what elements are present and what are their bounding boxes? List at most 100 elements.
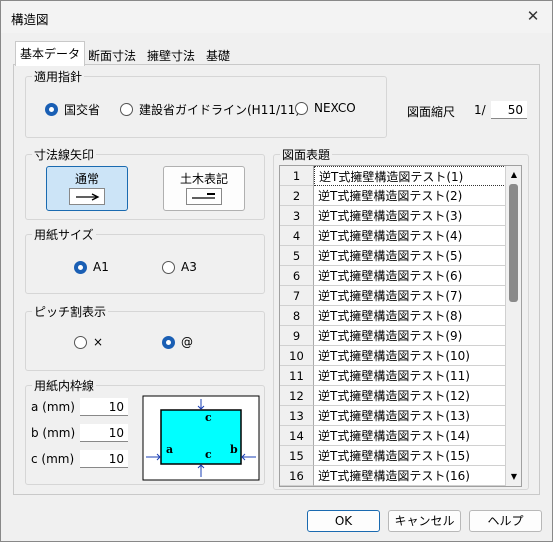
diagram-c-bottom-label: c (205, 448, 212, 461)
cancel-button[interactable]: キャンセル (388, 510, 461, 532)
row-number: 2 (280, 186, 314, 206)
table-row[interactable]: 16 逆T式擁壁構造図テスト(16) (280, 466, 506, 486)
radio-pitch-x-label: × (93, 335, 104, 349)
vertical-scrollbar[interactable]: ▲ ▼ (505, 166, 521, 486)
radio-unselected-icon (295, 101, 308, 115)
table-row[interactable]: 5 逆T式擁壁構造図テスト(5) (280, 246, 506, 266)
row-number: 9 (280, 326, 314, 346)
tab-basic-data[interactable]: 基本データ (15, 41, 86, 66)
row-title-cell[interactable]: 逆T式擁壁構造図テスト(9) (314, 326, 506, 346)
row-title-cell[interactable]: 逆T式擁壁構造図テスト(4) (314, 226, 506, 246)
radio-selected-icon (45, 103, 58, 116)
frame-b-label: b (mm) (31, 426, 76, 440)
drawing-titles-legend: 図面表題 (280, 146, 333, 163)
row-number: 8 (280, 306, 314, 326)
row-number: 16 (280, 466, 314, 486)
help-button[interactable]: ヘルプ (469, 510, 542, 532)
table-row[interactable]: 3 逆T式擁壁構造図テスト(3) (280, 206, 506, 226)
scroll-thumb[interactable] (509, 184, 518, 302)
row-title-cell[interactable]: 逆T式擁壁構造図テスト(11) (314, 366, 506, 386)
inner-frame-legend: 用紙内枠線 (32, 377, 97, 394)
title-bar: 構造図 ✕ (1, 1, 552, 33)
close-icon[interactable]: ✕ (520, 5, 546, 29)
row-number: 13 (280, 406, 314, 426)
table-row[interactable]: 7 逆T式擁壁構造図テスト(7) (280, 286, 506, 306)
radio-pitch-x[interactable]: × (74, 335, 103, 349)
row-title-cell[interactable]: 逆T式擁壁構造図テスト(1) (314, 166, 506, 186)
row-title-cell[interactable]: 逆T式擁壁構造図テスト(14) (314, 426, 506, 446)
row-title-cell[interactable]: 逆T式擁壁構造図テスト(15) (314, 446, 506, 466)
drawing-titles-grid[interactable]: 16 逆T式擁壁構造図テスト(16) 15 逆T式擁壁構造図テスト(15) 14 逆T式擁… (279, 165, 522, 487)
table-row[interactable]: 8 逆T式擁壁構造図テスト(8) (280, 306, 506, 326)
frame-c-input[interactable]: 10 (80, 450, 128, 468)
row-number: 12 (280, 386, 314, 406)
table-row[interactable]: 11 逆T式擁壁構造図テスト(11) (280, 366, 506, 386)
radio-pitch-at-label: @ (181, 335, 193, 349)
row-title-cell[interactable]: 逆T式擁壁構造図テスト(6) (314, 266, 506, 286)
tab-foundation[interactable]: 基礎 (201, 43, 235, 65)
radio-a3[interactable]: A3 (162, 260, 197, 274)
radio-moc-guideline-label: 建設省ガイドライン(H11/11) (139, 103, 300, 117)
row-number: 1 (280, 166, 314, 186)
radio-unselected-icon (162, 260, 175, 274)
scale-prefix: 1/ (474, 103, 486, 117)
radio-selected-icon (74, 260, 87, 274)
paper-size-group: 用紙サイズ (25, 226, 265, 294)
row-number: 5 (280, 246, 314, 266)
scale-label: 図面縮尺 (407, 105, 456, 119)
scale-input[interactable]: 50 (491, 101, 527, 119)
table-row[interactable]: 13 逆T式擁壁構造図テスト(13) (280, 406, 506, 426)
radio-selected-icon (162, 335, 175, 349)
arrow-normal-button[interactable]: 通常 (46, 166, 128, 211)
row-number: 14 (280, 426, 314, 446)
radio-nexco-label: NEXCO (314, 101, 356, 115)
radio-a3-label: A3 (181, 260, 197, 274)
table-row[interactable]: 9 逆T式擁壁構造図テスト(9) (280, 326, 506, 346)
row-title-cell[interactable]: 逆T式擁壁構造図テスト(16) (314, 466, 506, 486)
frame-diagram: c a c b (142, 395, 260, 481)
table-row[interactable]: 15 逆T式擁壁構造図テスト(15) (280, 446, 506, 466)
row-title-cell[interactable]: 逆T式擁壁構造図テスト(2) (314, 186, 506, 206)
row-title-cell[interactable]: 逆T式擁壁構造図テスト(10) (314, 346, 506, 366)
radio-mlit-label: 国交省 (64, 103, 101, 117)
arrow-civil-button[interactable]: 土木表記 (163, 166, 245, 211)
row-title-cell[interactable]: 逆T式擁壁構造図テスト(8) (314, 306, 506, 326)
radio-mlit[interactable]: 国交省 (45, 101, 100, 118)
table-row[interactable]: 2 逆T式擁壁構造図テスト(2) (280, 186, 506, 206)
frame-c-label: c (mm) (31, 452, 75, 466)
row-title-cell[interactable]: 逆T式擁壁構造図テスト(5) (314, 246, 506, 266)
row-title-cell[interactable]: 逆T式擁壁構造図テスト(12) (314, 386, 506, 406)
table-row[interactable]: 14 逆T式擁壁構造図テスト(14) (280, 426, 506, 446)
radio-pitch-at[interactable]: @ (162, 335, 193, 349)
row-title-cell[interactable]: 逆T式擁壁構造図テスト(13) (314, 406, 506, 426)
radio-unselected-icon (74, 335, 87, 349)
ok-button[interactable]: OK (307, 510, 380, 532)
frame-a-input[interactable]: 10 (80, 398, 128, 416)
radio-a1-label: A1 (93, 260, 109, 274)
radio-a1[interactable]: A1 (74, 260, 109, 274)
tab-wall-dimensions[interactable]: 擁壁寸法 (142, 43, 200, 65)
table-row[interactable]: 1 逆T式擁壁構造図テスト(1) (280, 166, 506, 186)
radio-moc-guideline[interactable]: 建設省ガイドライン(H11/11) (120, 101, 300, 118)
frame-a-label: a (mm) (31, 400, 75, 414)
row-title-cell[interactable]: 逆T式擁壁構造図テスト(3) (314, 206, 506, 226)
arrow-civil-label: 土木表記 (179, 172, 228, 186)
arrow-right-icon (69, 188, 105, 205)
row-number: 7 (280, 286, 314, 306)
radio-nexco[interactable]: NEXCO (295, 101, 356, 115)
diagram-c-top-label: c (205, 411, 212, 424)
tab-section-dimensions[interactable]: 断面寸法 (83, 43, 141, 65)
scroll-down-icon[interactable]: ▼ (506, 469, 522, 485)
pitch-display-legend: ピッチ割表示 (32, 303, 109, 320)
row-title-cell[interactable]: 逆T式擁壁構造図テスト(7) (314, 286, 506, 306)
table-row[interactable]: 12 逆T式擁壁構造図テスト(12) (280, 386, 506, 406)
table-row[interactable]: 6 逆T式擁壁構造図テスト(6) (280, 266, 506, 286)
guideline-legend: 適用指針 (32, 68, 85, 85)
structure-drawing-dialog: 構造図 ✕ 基本データ 断面寸法 擁壁寸法 基礎 適用指針 国交省 建設省ガイド… (0, 0, 553, 542)
table-row[interactable]: 4 逆T式擁壁構造図テスト(4) (280, 226, 506, 246)
table-row[interactable]: 10 逆T式擁壁構造図テスト(10) (280, 346, 506, 366)
radio-unselected-icon (120, 103, 133, 116)
frame-b-input[interactable]: 10 (80, 424, 128, 442)
scroll-up-icon[interactable]: ▲ (506, 167, 522, 183)
row-number: 10 (280, 346, 314, 366)
